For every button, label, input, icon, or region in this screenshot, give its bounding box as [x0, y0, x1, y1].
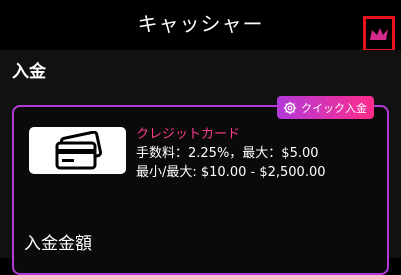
gear-icon	[283, 101, 297, 114]
close-button[interactable]	[363, 16, 395, 52]
limit-text: 最小/最大: $10.00 - $2,500.00	[136, 165, 326, 180]
quick-deposit-label: クイック入金	[301, 101, 367, 115]
payment-method-name: クレジットカード	[136, 127, 241, 142]
crown-icon	[370, 28, 388, 40]
fee-text: 手数料：2.25%，最大：$5.00	[136, 146, 319, 161]
card-icon-box	[29, 127, 126, 174]
quick-deposit-badge: クイック入金	[277, 96, 374, 119]
page-title: キャッシャー	[137, 12, 264, 36]
deposit-section-title: 入金	[12, 62, 46, 82]
header: キャッシャー	[0, 0, 401, 50]
credit-card-icon	[55, 130, 102, 169]
deposit-amount-title: 入金金額	[24, 234, 92, 254]
